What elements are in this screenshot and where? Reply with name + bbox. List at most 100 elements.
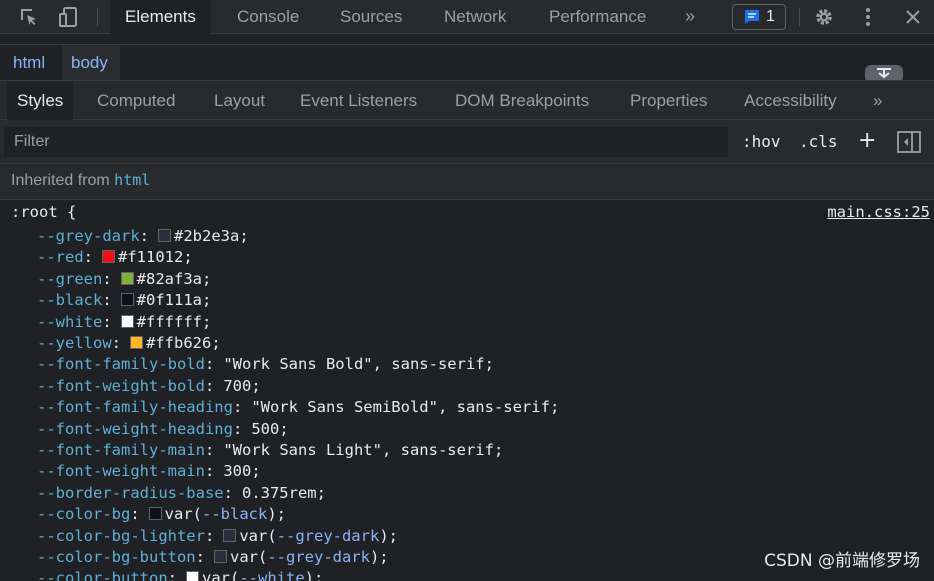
css-declaration[interactable]: --yellow: #ffb626; (37, 334, 221, 355)
css-property-name[interactable]: --border-radius-base (37, 484, 224, 502)
color-swatch[interactable] (158, 229, 171, 242)
css-property-value[interactable]: "Work Sans SemiBold", sans-serif (251, 398, 550, 416)
css-property-name[interactable]: --color-button (37, 569, 168, 581)
css-property-name[interactable]: --font-weight-main (37, 462, 205, 480)
colon: : (102, 291, 112, 310)
issues-button[interactable]: 1 (732, 4, 786, 30)
styles-filter-bar: :hov .cls + (0, 120, 934, 164)
more-sidebar-tabs-chevron-icon[interactable]: » (873, 81, 882, 121)
css-declaration[interactable]: --font-family-main: "Work Sans Light", sa… (37, 441, 503, 462)
semicolon: ; (183, 248, 193, 267)
devtools-toolbar: Elements Console Sources Network Perform… (0, 0, 934, 34)
css-declaration[interactable]: --grey-dark: #2b2e3a; (37, 227, 249, 248)
css-property-value[interactable]: #ffb626 (146, 334, 211, 352)
toggle-computed-sidebar-icon[interactable] (897, 131, 921, 158)
tab-properties[interactable]: Properties (630, 81, 707, 121)
css-declaration[interactable]: --color-bg-button: var(--grey-dark); (37, 548, 389, 569)
rule-source-link[interactable]: main.css:25 (827, 203, 930, 221)
css-property-name[interactable]: --white (37, 313, 102, 331)
css-declaration[interactable]: --black: #0f111a; (37, 291, 211, 312)
css-declaration[interactable]: --white: #ffffff; (37, 313, 211, 334)
color-swatch[interactable] (186, 571, 199, 581)
tab-event-listeners[interactable]: Event Listeners (300, 81, 417, 121)
styles-filter-input[interactable] (4, 127, 728, 157)
css-declaration[interactable]: --font-family-heading: "Work Sans SemiBol… (37, 398, 559, 419)
tab-sources[interactable]: Sources (340, 0, 402, 34)
color-swatch[interactable] (130, 336, 143, 349)
css-declaration[interactable]: --color-button: var(--white); (37, 569, 323, 581)
tab-dom-breakpoints[interactable]: DOM Breakpoints (455, 81, 589, 121)
tab-performance[interactable]: Performance (549, 0, 646, 34)
device-toggle-icon[interactable] (56, 5, 80, 29)
settings-gear-icon[interactable] (812, 5, 836, 29)
css-property-value[interactable]: 700 (223, 377, 251, 395)
css-property-value[interactable]: #f11012 (118, 248, 183, 266)
css-declaration[interactable]: --font-weight-main: 300; (37, 462, 261, 483)
colon: : (111, 334, 121, 352)
color-swatch[interactable] (223, 528, 237, 542)
css-declaration[interactable]: --font-weight-heading: 500; (37, 420, 289, 441)
css-declaration[interactable]: --font-family-bold: "Work Sans Bold", san… (37, 355, 494, 376)
css-declaration[interactable]: --red: #f11012; (37, 248, 193, 269)
class-toggle[interactable]: .cls (799, 132, 838, 151)
new-style-rule-button[interactable]: + (858, 128, 876, 153)
css-property-value[interactable]: #2b2e3a (174, 227, 239, 245)
css-property-name[interactable]: --color-bg (37, 505, 130, 523)
tab-elements[interactable]: Elements (110, 0, 211, 34)
color-swatch[interactable] (213, 550, 227, 563)
css-property-name[interactable]: --font-weight-bold (37, 377, 205, 395)
more-options-icon[interactable] (856, 5, 880, 29)
close-icon[interactable] (901, 5, 925, 29)
more-tabs-chevron-icon[interactable]: » (685, 0, 695, 34)
color-swatch[interactable] (148, 507, 162, 521)
color-swatch[interactable] (102, 250, 116, 264)
css-declaration[interactable]: --font-weight-bold: 700; (37, 377, 261, 398)
css-property-name[interactable]: --green (37, 270, 102, 288)
css-property-value[interactable]: 300 (223, 462, 251, 480)
css-property-value[interactable]: "Work Sans Bold", sans-serif (223, 355, 484, 373)
tab-styles[interactable]: Styles (7, 81, 74, 121)
css-property-name[interactable]: --color-bg-lighter (37, 527, 205, 545)
tab-layout[interactable]: Layout (214, 81, 265, 121)
css-property-value[interactable]: #82af3a (137, 270, 202, 288)
css-property-value[interactable]: #ffffff (137, 313, 202, 331)
css-declaration[interactable]: --green: #82af3a; (37, 270, 211, 291)
tab-computed[interactable]: Computed (97, 81, 175, 121)
tab-network[interactable]: Network (444, 0, 506, 34)
css-variable-reference[interactable]: --grey-dark (277, 527, 380, 545)
tab-console[interactable]: Console (237, 0, 299, 34)
rule-selector[interactable]: :root { (11, 203, 76, 221)
css-property-value[interactable]: 0.375rem (242, 484, 317, 502)
colon: : (204, 526, 215, 545)
hover-state-toggle[interactable]: :hov (742, 132, 781, 151)
tab-accessibility[interactable]: Accessibility (744, 81, 837, 121)
css-declaration[interactable]: --color-bg-lighter: var(--grey-dark); (37, 527, 398, 548)
css-declaration[interactable]: --color-bg: var(--black); (37, 505, 286, 526)
breadcrumb-item-html[interactable]: html (13, 53, 45, 73)
semicolon: ; (251, 462, 261, 481)
css-property-name[interactable]: --grey-dark (37, 227, 140, 245)
css-property-name[interactable]: --red (37, 248, 84, 266)
css-property-value[interactable]: 500 (251, 420, 279, 438)
color-swatch[interactable] (120, 314, 134, 328)
css-property-value[interactable]: "Work Sans Light", sans-serif (223, 441, 494, 459)
breadcrumb-item-body[interactable]: body (71, 53, 108, 73)
css-variable-reference[interactable]: --black (202, 505, 267, 523)
css-property-name[interactable]: --font-family-bold (37, 355, 205, 373)
colon: : (204, 462, 215, 481)
issues-icon (745, 10, 760, 24)
css-property-name[interactable]: --font-family-heading (37, 398, 233, 416)
css-property-name[interactable]: --font-family-main (37, 441, 205, 459)
css-declaration[interactable]: --border-radius-base: 0.375rem; (37, 484, 326, 505)
inspect-element-icon[interactable] (17, 5, 41, 29)
css-property-value[interactable]: #0f111a (137, 291, 202, 309)
color-swatch[interactable] (120, 293, 134, 307)
color-swatch[interactable] (120, 271, 134, 285)
css-property-name[interactable]: --black (37, 291, 102, 309)
css-property-name[interactable]: --font-weight-heading (37, 420, 233, 438)
css-property-name[interactable]: --yellow (37, 334, 112, 352)
inherited-element-link[interactable]: html (114, 171, 150, 189)
css-variable-reference[interactable]: --grey-dark (267, 548, 370, 566)
css-variable-reference[interactable]: --white (239, 569, 304, 581)
css-property-name[interactable]: --color-bg-button (37, 548, 196, 566)
